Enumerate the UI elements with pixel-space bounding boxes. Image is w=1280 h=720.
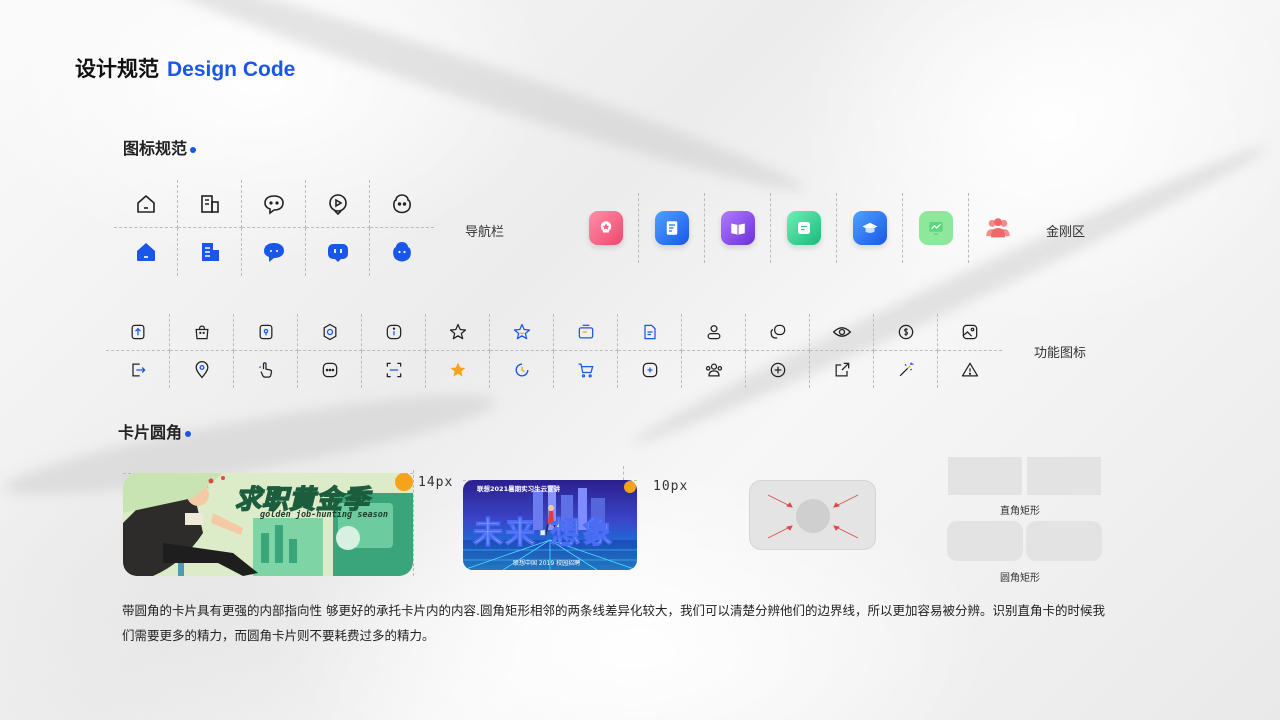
lenovo-campus-card[interactable]: 联想2021暑期实习生云宣讲 未来·想象 联想中国 2019 校园招聘 (463, 480, 637, 570)
info-icon (362, 314, 426, 351)
jingang-cell[interactable] (705, 193, 771, 263)
cart-icon (554, 351, 618, 388)
group-icon (682, 351, 746, 388)
page-title: 设计规范 Design Code (75, 57, 296, 81)
section-title-icons: 图标规范 (123, 135, 197, 159)
chat-bubble-icon-active (242, 228, 306, 276)
graduation-cap-icon (852, 211, 887, 245)
jingang-cell[interactable] (903, 193, 969, 263)
focus-illustration-card (749, 480, 876, 550)
comments-icon (746, 314, 810, 351)
radius-14px-label: 14px (418, 475, 454, 490)
bag-icon (170, 314, 234, 351)
guide-line (413, 470, 414, 576)
photo-icon (938, 314, 1002, 351)
coin-icon (874, 314, 938, 351)
star-filled-icon (426, 351, 490, 388)
home-icon (114, 180, 178, 228)
location-icon (170, 351, 234, 388)
clock-icon (490, 351, 554, 388)
radius-marker (395, 473, 413, 491)
building-icon (178, 180, 242, 228)
jingang-cell[interactable] (639, 193, 705, 263)
round-rect-sample (947, 521, 1023, 561)
jingang-cell[interactable] (573, 193, 639, 263)
round-rect-sample (1026, 521, 1102, 561)
star-smile-icon (490, 314, 554, 351)
section-title-cards: 卡片圆角 (118, 419, 192, 443)
building-icon-active (178, 228, 242, 276)
add-square-icon (618, 351, 682, 388)
jingang-cell[interactable] (771, 193, 837, 263)
jingang-label: 金刚区 (1046, 225, 1086, 240)
chat-bubble-icon (242, 180, 306, 228)
accent-dot (190, 147, 197, 153)
book-icon (720, 211, 755, 245)
video-chat-icon (306, 180, 370, 228)
card2-top-text: 联想2021暑期实习生云宣讲 (477, 485, 561, 493)
nav-icon-grid (114, 180, 434, 276)
video-chat-icon-active (306, 228, 370, 276)
card2-bottom-text: 联想中国 2019 校园招聘 (513, 560, 581, 567)
square-rect-sample (948, 457, 1022, 495)
card2-big-text: 未来·想象 (472, 516, 615, 552)
add-circle-icon (746, 351, 810, 388)
card1-subtitle: golden job-hunting season (260, 510, 388, 520)
upload-doc-icon (106, 314, 170, 351)
bot-face-icon (370, 180, 434, 228)
jingang-cell[interactable] (837, 193, 903, 263)
monitor-chart-icon (918, 211, 953, 245)
magic-wand-icon (874, 351, 938, 388)
accent-dot (185, 431, 192, 437)
star-outline-icon (426, 314, 490, 351)
page-title-en: Design Code (167, 58, 296, 81)
file-icon (618, 314, 682, 351)
logout-icon (106, 351, 170, 388)
radius-marker (624, 481, 636, 493)
jingang-cell[interactable] (965, 193, 1031, 263)
share-icon (810, 351, 874, 388)
bot-face-icon-active (370, 228, 434, 276)
job-season-card[interactable]: 求职黄金季 golden job-hunting season (123, 473, 413, 576)
square-rect-label: 直角矩形 (1000, 506, 1040, 517)
more-icon (298, 351, 362, 388)
gear-icon (298, 314, 362, 351)
function-icons-label: 功能图标 (1034, 346, 1087, 361)
nav-bar-label: 导航栏 (465, 225, 505, 240)
document-icon (654, 211, 689, 245)
ticket-icon (554, 314, 618, 351)
hand-pointer-icon (234, 351, 298, 388)
eye-icon (810, 314, 874, 351)
scan-icon (362, 351, 426, 388)
lock-icon (234, 314, 298, 351)
function-icon-grid (106, 314, 1002, 388)
round-rect-label: 圆角矩形 (1000, 573, 1040, 584)
radius-10px-label: 10px (653, 479, 689, 494)
description-paragraph: 带圆角的卡片具有更强的内部指向性 够更好的承托卡片内的内容.圆角矩形相邻的两条线… (122, 603, 1105, 643)
people-icon (981, 211, 1015, 245)
home-icon-active (114, 228, 178, 276)
card-icon (786, 211, 821, 245)
badge-icon (588, 211, 623, 245)
square-rect-sample (1027, 457, 1101, 495)
user-icon (682, 314, 746, 351)
warning-icon (938, 351, 1002, 388)
